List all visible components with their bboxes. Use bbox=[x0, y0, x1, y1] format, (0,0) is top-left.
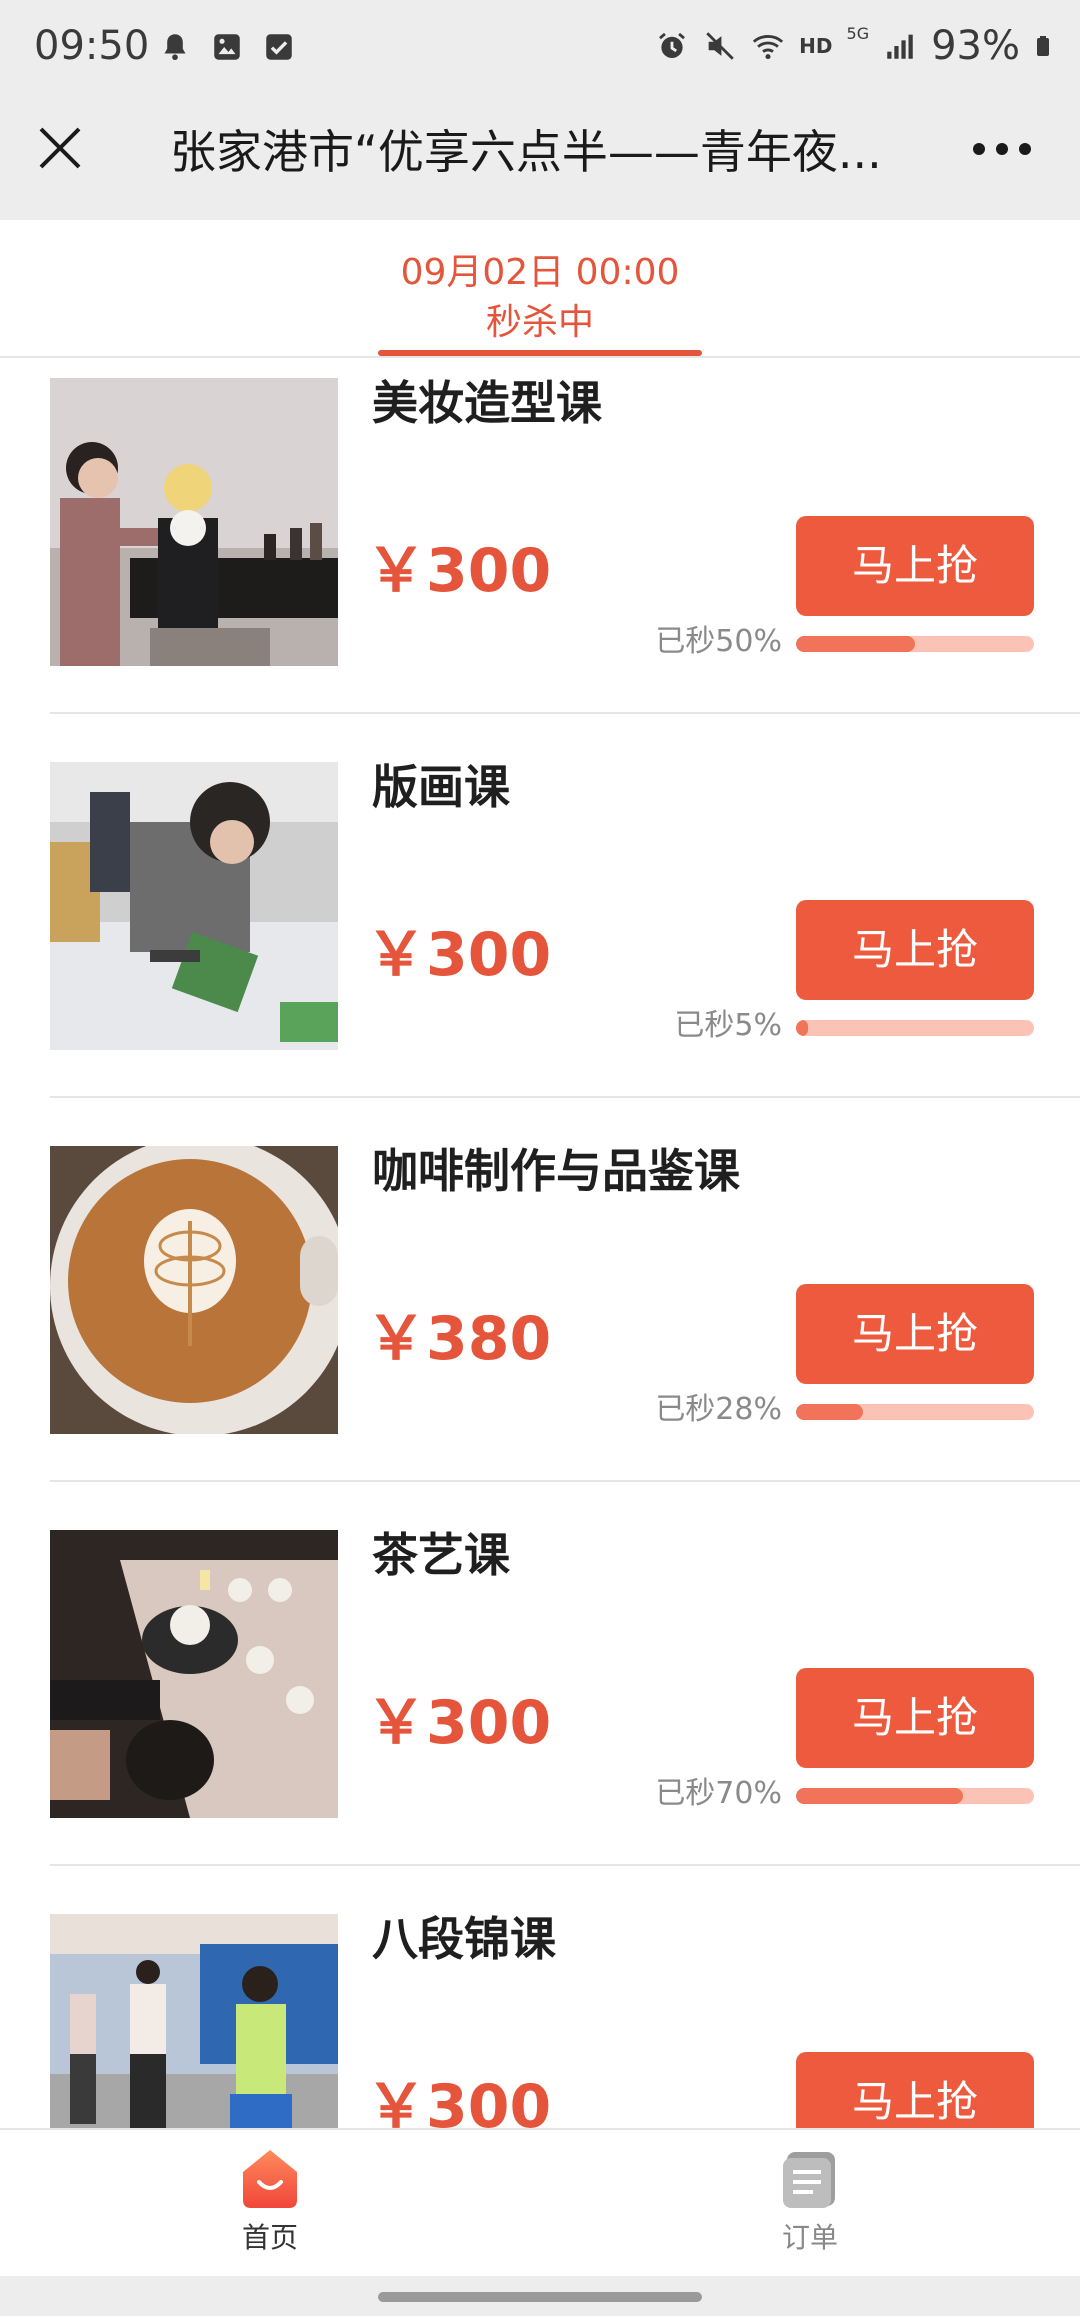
network-gen: 5G bbox=[846, 24, 870, 43]
sold-progress-fill bbox=[796, 636, 915, 652]
item-divider bbox=[50, 712, 1080, 714]
status-bar: 09:50 HD 5G 93% bbox=[0, 0, 1080, 92]
nav-item-home[interactable]: 首页 bbox=[170, 2148, 370, 2256]
title-bar: 张家港市“优享六点半——青年夜... bbox=[0, 92, 1080, 220]
product-name: 咖啡制作与品鉴课 bbox=[372, 1144, 740, 1198]
app-page: 09:50 HD 5G 93% 张家港市“优享六点半——青年夜... 09月02… bbox=[0, 0, 1080, 2316]
sold-progress-fill bbox=[796, 1788, 963, 1804]
sold-progress-fill bbox=[796, 1020, 808, 1036]
sold-progress-bar bbox=[796, 1020, 1034, 1036]
product-name: 八段锦课 bbox=[372, 1912, 556, 1966]
product-item[interactable]: 版画课 ￥300 马上抢 已秒5% bbox=[0, 742, 1080, 1126]
bottom-nav: 首页 订单 bbox=[0, 2128, 1080, 2276]
sold-percent-text: 已秒70% bbox=[655, 1776, 782, 1811]
product-price: ￥300 bbox=[366, 536, 552, 606]
product-list[interactable]: 美妆造型课 ￥300 马上抢 已秒50% 版画课 ￥300 马上抢 已秒5% 咖… bbox=[0, 358, 1080, 2128]
home-icon bbox=[243, 2150, 297, 2208]
product-item[interactable]: 茶艺课 ￥300 马上抢 已秒70% bbox=[0, 1510, 1080, 1894]
sold-progress-bar bbox=[796, 1404, 1034, 1420]
sold-percent-text: 已秒50% bbox=[655, 624, 782, 659]
battery-icon bbox=[1037, 36, 1049, 56]
wifi-icon bbox=[753, 35, 784, 60]
item-divider bbox=[50, 1096, 1080, 1098]
signal-icon bbox=[887, 34, 913, 59]
sold-percent-text: 已秒5% bbox=[674, 1008, 782, 1043]
battery-percent: 93% bbox=[931, 23, 1020, 69]
session-time: 09月02日 00:00 bbox=[400, 252, 680, 293]
product-item[interactable]: 八段锦课 ￥300 马上抢 bbox=[0, 1894, 1080, 2128]
checkbox-icon bbox=[266, 34, 292, 60]
nav-item-orders[interactable]: 订单 bbox=[710, 2148, 910, 2256]
page-title: 张家港市“优享六点半——青年夜... bbox=[170, 125, 882, 179]
sold-percent-text: 已秒28% bbox=[655, 1392, 782, 1427]
product-image[interactable] bbox=[50, 762, 338, 1050]
session-status: 秒杀中 bbox=[485, 302, 594, 343]
network-badge: HD bbox=[799, 34, 833, 58]
alarm-icon bbox=[659, 32, 686, 59]
session-tab-active[interactable]: 09月02日 00:00 秒杀中 bbox=[378, 248, 702, 356]
nav-label-orders: 订单 bbox=[781, 2221, 838, 2254]
product-image[interactable] bbox=[50, 1914, 338, 2128]
system-gesture-bar bbox=[0, 2276, 1080, 2316]
product-name: 版画课 bbox=[372, 760, 510, 814]
buy-now-button[interactable]: 马上抢 bbox=[796, 1668, 1034, 1768]
close-icon bbox=[39, 127, 81, 169]
product-image[interactable] bbox=[50, 1146, 338, 1434]
more-button[interactable] bbox=[964, 124, 1040, 174]
product-item[interactable]: 咖啡制作与品鉴课 ￥380 马上抢 已秒28% bbox=[0, 1126, 1080, 1510]
buy-now-button[interactable]: 马上抢 bbox=[796, 516, 1034, 616]
sold-progress-bar bbox=[796, 1788, 1034, 1804]
sold-progress-bar bbox=[796, 636, 1034, 652]
status-time: 09:50 bbox=[34, 23, 150, 69]
product-name: 美妆造型课 bbox=[372, 376, 602, 430]
product-price: ￥380 bbox=[366, 1304, 552, 1374]
item-divider bbox=[50, 1864, 1080, 1866]
nav-label-home: 首页 bbox=[241, 2221, 298, 2254]
bell-icon bbox=[164, 34, 186, 61]
product-price: ￥300 bbox=[366, 2072, 552, 2128]
buy-now-button[interactable]: 马上抢 bbox=[796, 900, 1034, 1000]
status-left-icons bbox=[158, 30, 296, 64]
sold-progress-fill bbox=[796, 1404, 863, 1420]
item-divider bbox=[50, 1480, 1080, 1482]
orders-icon bbox=[783, 2152, 835, 2208]
more-icon bbox=[973, 143, 1031, 155]
buy-now-button[interactable]: 马上抢 bbox=[796, 1284, 1034, 1384]
product-image[interactable] bbox=[50, 378, 338, 666]
image-icon bbox=[214, 34, 240, 60]
product-item[interactable]: 美妆造型课 ￥300 马上抢 已秒50% bbox=[0, 358, 1080, 742]
home-indicator[interactable] bbox=[378, 2292, 702, 2302]
product-image[interactable] bbox=[50, 1530, 338, 1818]
close-button[interactable] bbox=[30, 118, 90, 178]
mute-icon bbox=[706, 32, 734, 60]
product-price: ￥300 bbox=[366, 920, 552, 990]
status-right-icons: HD 5G 93% bbox=[655, 22, 1058, 70]
product-price: ￥300 bbox=[366, 1688, 552, 1758]
buy-now-button[interactable]: 马上抢 bbox=[796, 2052, 1034, 2128]
product-name: 茶艺课 bbox=[372, 1528, 510, 1582]
